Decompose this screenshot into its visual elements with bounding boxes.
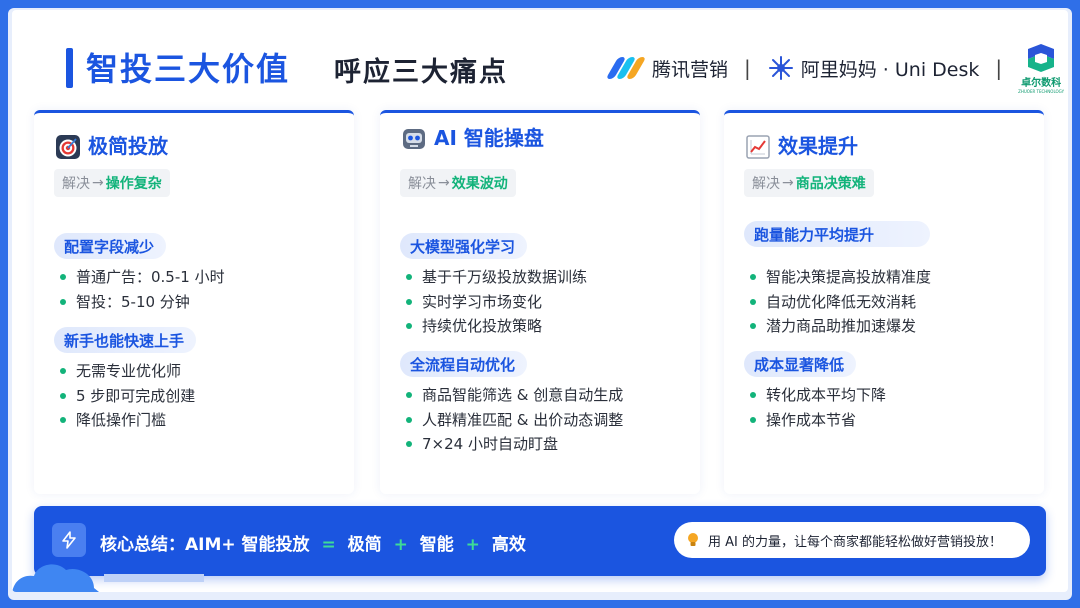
- solves-tag: 解决 → 商品决策难: [744, 169, 874, 197]
- title-accent-bar: [66, 48, 73, 88]
- solves-tag: 解决 → 效果波动: [400, 169, 516, 197]
- card-title: 效果提升: [746, 133, 928, 159]
- list-item: 实时学习市场变化: [402, 290, 587, 315]
- slide: 智投三大价值 呼应三大痛点 腾讯营销 | 阿里妈妈 · Uni Desk | 卓…: [12, 10, 1068, 592]
- zhuoer-logo-icon: [1028, 43, 1055, 72]
- slogan-pill: 用 AI 的力量，让每个商家都能轻松做好营销投放！: [674, 522, 1030, 558]
- arrow-right-icon: →: [782, 175, 794, 191]
- list-item: 7×24 小时自动盯盘: [402, 432, 623, 457]
- list-item: 5 步即可完成创建: [56, 384, 195, 409]
- arrow-right-icon: →: [438, 175, 450, 191]
- slogan-text: 用 AI 的力量，让每个商家都能轻松做好营销投放！: [708, 534, 1002, 550]
- section-heading: 全流程自动优化: [400, 351, 528, 377]
- list-item: 商品智能筛选 & 创意自动生成: [402, 383, 623, 408]
- decorative-bar: [104, 574, 204, 582]
- list-item: 转化成本平均下降: [746, 383, 886, 408]
- brand-zhuoer-label: 卓尔数科: [1021, 77, 1062, 89]
- lightning-icon: [52, 523, 86, 557]
- bullet-list: 普通广告：0.5-1 小时 智投：5-10 分钟: [56, 265, 225, 314]
- value-card-simple: 极简投放 解决 → 操作复杂 配置字段减少 普通广告：0.5-1 小时 智投：5…: [34, 110, 354, 494]
- brand-zhuoer: 卓尔数科 ZHUOER TECHNOLOGY: [1018, 43, 1064, 94]
- core-summary: 核心总结：AIM+ 智能投放 = 极简 + 智能 + 高效: [100, 535, 526, 555]
- page-subtitle: 呼应三大痛点: [334, 57, 508, 88]
- list-item: 普通广告：0.5-1 小时: [56, 265, 225, 290]
- list-item: 自动优化降低无效消耗: [746, 290, 931, 315]
- list-item: 降低操作门槛: [56, 408, 195, 433]
- chart-up-icon: [746, 135, 770, 159]
- bullet-list: 商品智能筛选 & 创意自动生成 人群精准匹配 & 出价动态调整 7×24 小时自…: [402, 383, 623, 457]
- brand-tencent-label: 腾讯营销: [652, 58, 729, 81]
- list-item: 基于千万级投放数据训练: [402, 265, 587, 290]
- robot-icon: [403, 129, 425, 149]
- brand-tencent: 腾讯营销: [605, 55, 729, 82]
- brand-separator: |: [744, 56, 751, 80]
- cloud-decoration-icon: [12, 564, 99, 592]
- bullet-list: 智能决策提高投放精准度 自动优化降低无效消耗 潜力商品助推加速爆发: [746, 265, 931, 339]
- bullet-list: 无需专业优化师 5 步即可完成创建 降低操作门槛: [56, 359, 195, 433]
- brand-zhuoer-sublabel: ZHUOER TECHNOLOGY: [1018, 88, 1065, 94]
- card-title: 极简投放: [56, 133, 238, 159]
- lightbulb-icon: [688, 533, 698, 546]
- page-title: 智投三大价值: [86, 50, 291, 88]
- solves-tag: 解决 → 操作复杂: [54, 169, 170, 197]
- list-item: 潜力商品助推加速爆发: [746, 314, 931, 339]
- arrow-right-icon: →: [92, 175, 104, 191]
- list-item: 持续优化投放策略: [402, 314, 587, 339]
- list-item: 智能决策提高投放精准度: [746, 265, 931, 290]
- section-heading: 大模型强化学习: [400, 233, 528, 259]
- tencent-logo-icon: [605, 56, 647, 80]
- bullet-list: 转化成本平均下降 操作成本节省: [746, 383, 886, 432]
- value-card-ai: AI 智能操盘 解决 → 效果波动 大模型强化学习 基于千万级投放数据训练 实时…: [380, 110, 700, 494]
- list-item: 操作成本节省: [746, 408, 886, 433]
- brand-logos: 腾讯营销 | 阿里妈妈 · Uni Desk | 卓尔数科 ZHUOER TEC…: [605, 43, 1064, 94]
- alimama-logo-icon: [768, 56, 793, 80]
- brand-alimama: 阿里妈妈 · Uni Desk: [767, 54, 980, 82]
- summary-banner: 核心总结：AIM+ 智能投放 = 极简 + 智能 + 高效 用 AI 的力量，让…: [34, 506, 1046, 576]
- section-heading: 成本显著降低: [744, 351, 857, 377]
- value-card-performance: 效果提升 解决 → 商品决策难 跑量能力平均提升 智能决策提高投放精准度 自动优…: [724, 110, 1044, 494]
- list-item: 人群精准匹配 & 出价动态调整: [402, 408, 623, 433]
- section-heading: 新手也能快速上手: [54, 327, 197, 353]
- card-title: AI 智能操盘: [402, 125, 584, 151]
- brand-alimama-label: 阿里妈妈 · Uni Desk: [800, 58, 980, 81]
- list-item: 智投：5-10 分钟: [56, 290, 225, 315]
- target-icon: [56, 135, 80, 159]
- brand-separator: |: [995, 56, 1003, 80]
- list-item: 无需专业优化师: [56, 359, 195, 384]
- section-heading: 跑量能力平均提升: [744, 221, 930, 247]
- section-heading: 配置字段减少: [54, 233, 167, 259]
- bullet-list: 基于千万级投放数据训练 实时学习市场变化 持续优化投放策略: [402, 265, 587, 339]
